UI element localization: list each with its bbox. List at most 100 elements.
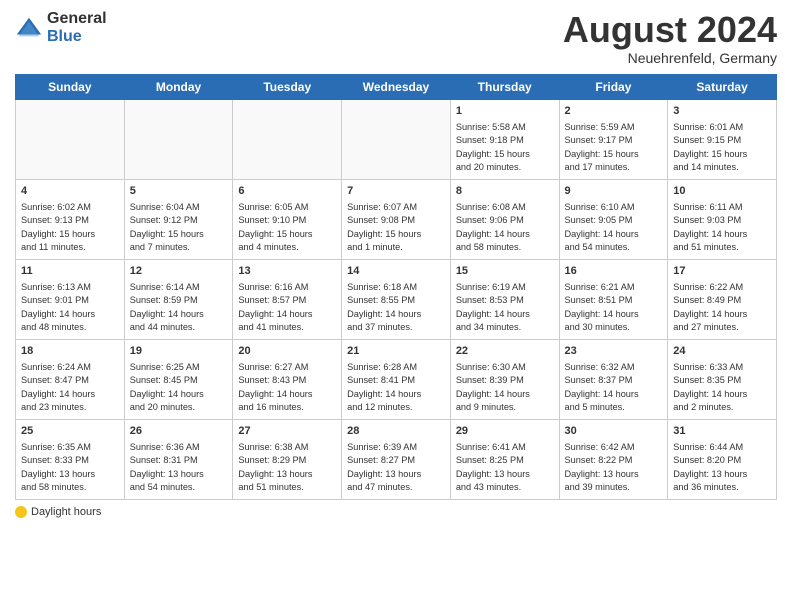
day-info: Sunrise: 6:41 AM Sunset: 8:25 PM Dayligh… bbox=[456, 441, 554, 494]
day-info: Sunrise: 5:59 AM Sunset: 9:17 PM Dayligh… bbox=[565, 121, 663, 174]
calendar-day-cell: 24 Sunrise: 6:33 AM Sunset: 8:35 PM Dayli… bbox=[668, 339, 777, 419]
day-number: 2 bbox=[565, 104, 663, 119]
calendar-day-cell: 26 Sunrise: 6:36 AM Sunset: 8:31 PM Dayli… bbox=[124, 419, 233, 499]
calendar-day-cell: 22Sunrise: 6:30 AM Sunset: 8:39 PM Dayli… bbox=[450, 339, 559, 419]
day-number: 11 bbox=[21, 264, 119, 279]
calendar-day-cell: 31 Sunrise: 6:44 AM Sunset: 8:20 PM Dayli… bbox=[668, 419, 777, 499]
day-info: Sunrise: 6:24 AM Sunset: 8:47 PM Dayligh… bbox=[21, 361, 119, 414]
day-number: 20 bbox=[238, 344, 336, 359]
footer: Daylight hours bbox=[15, 506, 777, 518]
day-number: 29 bbox=[456, 424, 554, 439]
day-info: Sunrise: 6:11 AM Sunset: 9:03 PM Dayligh… bbox=[673, 201, 771, 254]
day-info: Sunrise: 6:32 AM Sunset: 8:37 PM Dayligh… bbox=[565, 361, 663, 414]
calendar-week-row: 11Sunrise: 6:13 AM Sunset: 9:01 PM Dayli… bbox=[16, 259, 777, 339]
day-number: 14 bbox=[347, 264, 445, 279]
day-info: Sunrise: 6:35 AM Sunset: 8:33 PM Dayligh… bbox=[21, 441, 119, 494]
day-info: Sunrise: 6:25 AM Sunset: 8:45 PM Dayligh… bbox=[130, 361, 228, 414]
day-number: 3 bbox=[673, 104, 771, 119]
header: General Blue August 2024 Neuehrenfeld, G… bbox=[15, 10, 777, 66]
logo-general-text: General bbox=[47, 10, 107, 28]
title-section: August 2024 Neuehrenfeld, Germany bbox=[563, 10, 777, 66]
calendar-week-row: 25 Sunrise: 6:35 AM Sunset: 8:33 PM Dayli… bbox=[16, 419, 777, 499]
weekday-header: Thursday bbox=[450, 74, 559, 99]
calendar-day-cell: 2 Sunrise: 5:59 AM Sunset: 9:17 PM Daylig… bbox=[559, 99, 668, 179]
calendar-day-cell bbox=[233, 99, 342, 179]
calendar-day-cell: 17 Sunrise: 6:22 AM Sunset: 8:49 PM Dayli… bbox=[668, 259, 777, 339]
day-number: 24 bbox=[673, 344, 771, 359]
day-info: Sunrise: 6:02 AM Sunset: 9:13 PM Dayligh… bbox=[21, 201, 119, 254]
day-info: Sunrise: 6:14 AM Sunset: 8:59 PM Dayligh… bbox=[130, 281, 228, 334]
calendar-week-row: 4 Sunrise: 6:02 AM Sunset: 9:13 PM Daylig… bbox=[16, 179, 777, 259]
calendar-day-cell bbox=[342, 99, 451, 179]
day-info: Sunrise: 5:58 AM Sunset: 9:18 PM Dayligh… bbox=[456, 121, 554, 174]
day-number: 12 bbox=[130, 264, 228, 279]
day-info: Sunrise: 6:05 AM Sunset: 9:10 PM Dayligh… bbox=[238, 201, 336, 254]
day-info: Sunrise: 6:44 AM Sunset: 8:20 PM Dayligh… bbox=[673, 441, 771, 494]
day-number: 30 bbox=[565, 424, 663, 439]
calendar-week-row: 18Sunrise: 6:24 AM Sunset: 8:47 PM Dayli… bbox=[16, 339, 777, 419]
calendar-day-cell: 21 Sunrise: 6:28 AM Sunset: 8:41 PM Dayli… bbox=[342, 339, 451, 419]
day-info: Sunrise: 6:18 AM Sunset: 8:55 PM Dayligh… bbox=[347, 281, 445, 334]
day-number: 26 bbox=[130, 424, 228, 439]
calendar-day-cell: 25 Sunrise: 6:35 AM Sunset: 8:33 PM Dayli… bbox=[16, 419, 125, 499]
day-number: 17 bbox=[673, 264, 771, 279]
day-number: 21 bbox=[347, 344, 445, 359]
month-title: August 2024 bbox=[563, 10, 777, 50]
day-info: Sunrise: 6:22 AM Sunset: 8:49 PM Dayligh… bbox=[673, 281, 771, 334]
day-number: 8 bbox=[456, 184, 554, 199]
day-number: 5 bbox=[130, 184, 228, 199]
calendar-day-cell: 30 Sunrise: 6:42 AM Sunset: 8:22 PM Dayli… bbox=[559, 419, 668, 499]
day-number: 1 bbox=[456, 104, 554, 119]
calendar-day-cell: 14 Sunrise: 6:18 AM Sunset: 8:55 PM Dayli… bbox=[342, 259, 451, 339]
day-number: 7 bbox=[347, 184, 445, 199]
day-info: Sunrise: 6:28 AM Sunset: 8:41 PM Dayligh… bbox=[347, 361, 445, 414]
calendar-day-cell: 5 Sunrise: 6:04 AM Sunset: 9:12 PM Daylig… bbox=[124, 179, 233, 259]
calendar-day-cell: 12 Sunrise: 6:14 AM Sunset: 8:59 PM Dayli… bbox=[124, 259, 233, 339]
day-info: Sunrise: 6:21 AM Sunset: 8:51 PM Dayligh… bbox=[565, 281, 663, 334]
day-number: 16 bbox=[565, 264, 663, 279]
day-info: Sunrise: 6:38 AM Sunset: 8:29 PM Dayligh… bbox=[238, 441, 336, 494]
logo: General Blue bbox=[15, 10, 107, 45]
day-info: Sunrise: 6:16 AM Sunset: 8:57 PM Dayligh… bbox=[238, 281, 336, 334]
day-info: Sunrise: 6:42 AM Sunset: 8:22 PM Dayligh… bbox=[565, 441, 663, 494]
calendar-day-cell: 13 Sunrise: 6:16 AM Sunset: 8:57 PM Dayli… bbox=[233, 259, 342, 339]
location: Neuehrenfeld, Germany bbox=[563, 50, 777, 66]
day-number: 13 bbox=[238, 264, 336, 279]
day-info: Sunrise: 6:10 AM Sunset: 9:05 PM Dayligh… bbox=[565, 201, 663, 254]
sun-icon bbox=[15, 506, 27, 518]
day-number: 15 bbox=[456, 264, 554, 279]
weekday-header: Tuesday bbox=[233, 74, 342, 99]
calendar-day-cell: 10 Sunrise: 6:11 AM Sunset: 9:03 PM Dayli… bbox=[668, 179, 777, 259]
calendar-day-cell: 3 Sunrise: 6:01 AM Sunset: 9:15 PM Daylig… bbox=[668, 99, 777, 179]
calendar-day-cell: 15Sunrise: 6:19 AM Sunset: 8:53 PM Dayli… bbox=[450, 259, 559, 339]
calendar-day-cell: 27 Sunrise: 6:38 AM Sunset: 8:29 PM Dayli… bbox=[233, 419, 342, 499]
day-info: Sunrise: 6:27 AM Sunset: 8:43 PM Dayligh… bbox=[238, 361, 336, 414]
calendar-day-cell: 18Sunrise: 6:24 AM Sunset: 8:47 PM Dayli… bbox=[16, 339, 125, 419]
day-info: Sunrise: 6:39 AM Sunset: 8:27 PM Dayligh… bbox=[347, 441, 445, 494]
weekday-header: Friday bbox=[559, 74, 668, 99]
calendar-header-row: SundayMondayTuesdayWednesdayThursdayFrid… bbox=[16, 74, 777, 99]
logo-blue-text: Blue bbox=[47, 28, 107, 46]
day-number: 31 bbox=[673, 424, 771, 439]
day-info: Sunrise: 6:33 AM Sunset: 8:35 PM Dayligh… bbox=[673, 361, 771, 414]
logo-text: General Blue bbox=[47, 10, 107, 45]
day-info: Sunrise: 6:36 AM Sunset: 8:31 PM Dayligh… bbox=[130, 441, 228, 494]
day-info: Sunrise: 6:01 AM Sunset: 9:15 PM Dayligh… bbox=[673, 121, 771, 174]
day-number: 4 bbox=[21, 184, 119, 199]
calendar-day-cell: 28 Sunrise: 6:39 AM Sunset: 8:27 PM Dayli… bbox=[342, 419, 451, 499]
weekday-header: Saturday bbox=[668, 74, 777, 99]
calendar-day-cell: 29 Sunrise: 6:41 AM Sunset: 8:25 PM Dayli… bbox=[450, 419, 559, 499]
calendar-day-cell: 8 Sunrise: 6:08 AM Sunset: 9:06 PM Daylig… bbox=[450, 179, 559, 259]
day-info: Sunrise: 6:08 AM Sunset: 9:06 PM Dayligh… bbox=[456, 201, 554, 254]
day-info: Sunrise: 6:04 AM Sunset: 9:12 PM Dayligh… bbox=[130, 201, 228, 254]
day-number: 25 bbox=[21, 424, 119, 439]
day-number: 27 bbox=[238, 424, 336, 439]
day-number: 9 bbox=[565, 184, 663, 199]
day-number: 28 bbox=[347, 424, 445, 439]
day-number: 19 bbox=[130, 344, 228, 359]
calendar-day-cell: 11Sunrise: 6:13 AM Sunset: 9:01 PM Dayli… bbox=[16, 259, 125, 339]
calendar-day-cell: 4 Sunrise: 6:02 AM Sunset: 9:13 PM Daylig… bbox=[16, 179, 125, 259]
day-number: 10 bbox=[673, 184, 771, 199]
calendar-day-cell bbox=[16, 99, 125, 179]
calendar-day-cell: 23Sunrise: 6:32 AM Sunset: 8:37 PM Dayli… bbox=[559, 339, 668, 419]
